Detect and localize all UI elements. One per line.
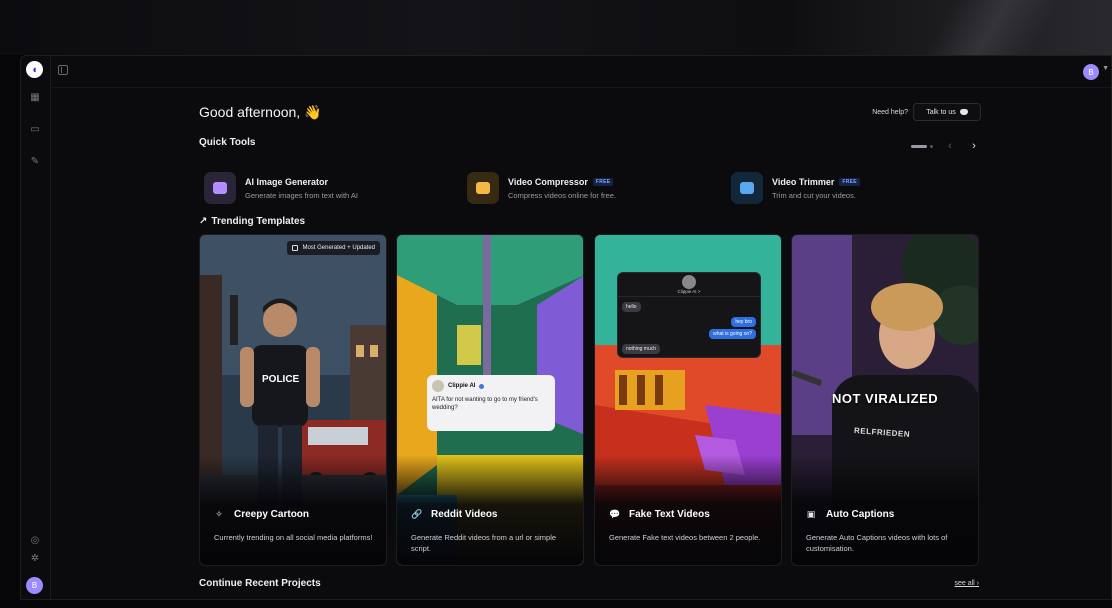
- talk-to-us-label: Talk to us: [926, 108, 956, 116]
- need-help-label: Need help?: [872, 109, 908, 116]
- chevron-left-icon[interactable]: ‹: [943, 139, 957, 153]
- chat-contact-avatar: [682, 275, 696, 289]
- card-desc: Generate Fake text videos between 2 peop…: [609, 533, 761, 542]
- most-generated-label: Most Generated + Updated: [302, 245, 375, 251]
- card-title-row: ✧ Creepy Cartoon: [214, 509, 309, 520]
- left-rail: ◖ ▦ ▭ ✎ ◎ ✲ B: [21, 56, 51, 599]
- see-all-label: see all: [954, 580, 975, 587]
- grid-icon[interactable]: ▦: [29, 92, 41, 104]
- template-card-reddit-videos[interactable]: Clippie AI AITA for not wanting to go to…: [396, 234, 584, 566]
- recent-projects-title: Continue Recent Projects: [199, 578, 321, 589]
- screen: ◖ ▦ ▭ ✎ ◎ ✲ B B ▼ Good afternoon, 👋 Need…: [0, 0, 1112, 608]
- tools-icon[interactable]: ✎: [29, 156, 41, 168]
- carousel-controls: ‹ ›: [911, 138, 981, 154]
- free-badge: FREE: [592, 177, 614, 186]
- card-title: Fake Text Videos: [629, 509, 710, 520]
- card-desc: Generate Reddit videos from a url or sim…: [411, 533, 557, 553]
- reddit-post-text: AITA for not wanting to go to my friend'…: [432, 397, 538, 411]
- settings-icon[interactable]: ✲: [29, 553, 41, 565]
- free-badge: FREE: [839, 177, 860, 186]
- chat-contact-name: Clippie AI >: [677, 289, 701, 294]
- reddit-post-name: Clippie AI: [448, 383, 476, 389]
- tool-desc: Compress videos online for free.: [508, 190, 616, 200]
- template-card-auto-captions[interactable]: NOT VIRALIZED RELFRIEDEN ▣ Auto Captions…: [791, 234, 979, 566]
- quick-tools-title: Quick Tools: [199, 137, 256, 148]
- reddit-post-preview: Clippie AI AITA for not wanting to go to…: [427, 375, 555, 431]
- caption-overlay-text: NOT VIRALIZED: [832, 391, 939, 406]
- trending-title: ↗ Trending Templates: [199, 216, 305, 227]
- app-logo-icon[interactable]: ◖: [26, 61, 43, 78]
- tool-name-row: Video Trimmer FREE: [772, 177, 860, 187]
- captions-icon: ▣: [806, 509, 816, 519]
- user-avatar[interactable]: B: [26, 577, 43, 594]
- verified-icon: [479, 383, 485, 389]
- tool-video-trimmer[interactable]: Video Trimmer FREE Trim and cut your vid…: [731, 172, 860, 204]
- card-title: Auto Captions: [826, 509, 895, 520]
- chat-bubble: nothing much: [622, 344, 661, 354]
- discord-icon: [959, 109, 968, 115]
- image-generator-icon: [204, 172, 236, 204]
- card-title-row: 💬 Fake Text Videos: [609, 509, 710, 520]
- most-generated-badge: Most Generated + Updated: [287, 241, 380, 255]
- svg-text:POLICE: POLICE: [262, 374, 300, 385]
- trending-title-text: Trending Templates: [211, 216, 306, 227]
- tool-name-row: AI Image Generator: [245, 177, 358, 187]
- tool-desc: Generate images from text with AI: [245, 190, 358, 200]
- talk-to-us-button[interactable]: Talk to us: [913, 103, 981, 121]
- tool-name: AI Image Generator: [245, 176, 329, 187]
- trending-up-icon: ↗: [199, 216, 208, 227]
- panel-toggle-icon[interactable]: [58, 65, 68, 75]
- top-bar: B ▼: [51, 56, 1111, 88]
- carousel-dot[interactable]: [930, 144, 933, 148]
- greeting-text: Good afternoon,: [199, 104, 301, 120]
- card-title: Reddit Videos: [431, 509, 498, 520]
- template-card-creepy-cartoon[interactable]: POLICE Most Generated + Updated ✧ Creepy…: [199, 234, 387, 566]
- compressor-icon: [467, 172, 499, 204]
- chat-bubble: what is going on?: [709, 329, 756, 339]
- link-icon: 🔗: [411, 509, 423, 519]
- reddit-avatar: [432, 380, 444, 392]
- check-icon: [292, 245, 299, 251]
- tool-ai-image-generator[interactable]: AI Image Generator Generate images from …: [204, 172, 358, 204]
- tool-name: Video Trimmer: [772, 176, 835, 187]
- top-user-avatar[interactable]: B: [1083, 64, 1099, 80]
- card-title-row: ▣ Auto Captions: [806, 509, 895, 520]
- card-title-row: 🔗 Reddit Videos: [411, 509, 498, 520]
- background-streak: [892, 0, 1072, 55]
- card-title: Creepy Cartoon: [234, 509, 310, 520]
- tool-video-compressor[interactable]: Video Compressor FREE Compress videos on…: [467, 172, 616, 204]
- card-desc: Currently trending on all social media p…: [214, 533, 373, 542]
- chat-bubble: hello: [622, 302, 641, 312]
- page-title: Good afternoon, 👋: [199, 104, 322, 121]
- app-window: ◖ ▦ ▭ ✎ ◎ ✲ B B ▼ Good afternoon, 👋 Need…: [20, 55, 1112, 600]
- trimmer-icon: [731, 172, 763, 204]
- chevron-down-icon[interactable]: ▼: [1102, 65, 1109, 72]
- tool-name-row: Video Compressor FREE: [508, 177, 616, 187]
- see-all-link[interactable]: see all ›: [954, 580, 979, 587]
- sparkle-icon: ✧: [215, 509, 223, 519]
- folder-icon[interactable]: ▭: [29, 124, 41, 136]
- chevron-right-icon[interactable]: ›: [967, 139, 981, 153]
- support-icon[interactable]: ◎: [29, 535, 41, 547]
- tool-name: Video Compressor: [508, 176, 588, 187]
- chat-bubble: hey bro: [731, 317, 756, 327]
- carousel-dots: [911, 144, 933, 148]
- carousel-dot-active[interactable]: [911, 144, 927, 148]
- wave-emoji: 👋: [304, 104, 322, 120]
- chat-icon: 💬: [609, 509, 621, 519]
- fake-chat-preview: Clippie AI > hello hey bro what is going…: [617, 272, 761, 358]
- tool-desc: Trim and cut your videos.: [772, 190, 856, 200]
- card-desc: Generate Auto Captions videos with lots …: [806, 533, 948, 553]
- chat-header: Clippie AI >: [618, 273, 760, 297]
- template-card-fake-text-videos[interactable]: Clippie AI > hello hey bro what is going…: [594, 234, 782, 566]
